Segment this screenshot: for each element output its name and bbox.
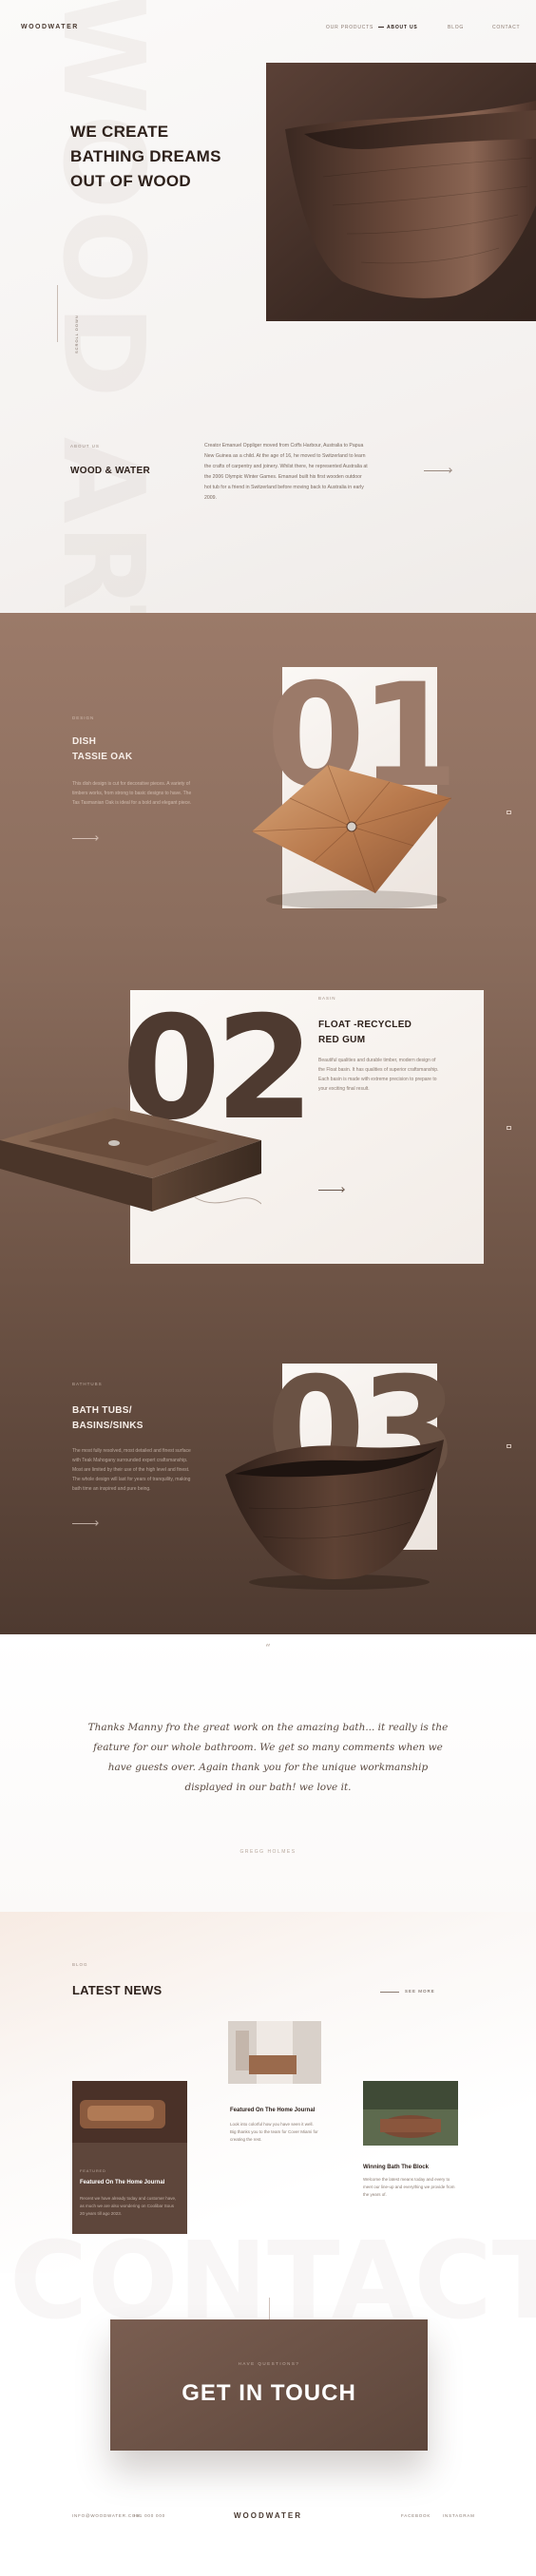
products-section: 01 DESIGN DISH TASSIE OAK This dish desi… xyxy=(0,613,536,1634)
see-more-link[interactable]: SEE MORE xyxy=(405,1989,435,1994)
product-03-title-line-2: BASINS/SINKS xyxy=(72,1421,144,1431)
contact-subtitle: HAVE QUESTIONS? xyxy=(238,2361,300,2366)
news-label: BLOG xyxy=(72,1962,88,1967)
basin-image xyxy=(0,1088,262,1235)
news-card-3-title: Winning Bath The Block xyxy=(363,2165,429,2170)
product-01-desc: This dish design is cut for decorative p… xyxy=(72,781,192,806)
footer-facebook[interactable]: FACEBOOK xyxy=(401,2513,431,2518)
nav-item-about-label: ABOUT US xyxy=(387,25,418,30)
testimonial-author: GREGG HOLMES xyxy=(239,1849,297,1855)
news-card-2-image xyxy=(228,2021,321,2084)
arrow-right-icon xyxy=(93,1520,99,1526)
see-more-line xyxy=(380,1992,399,1993)
basin-illustration xyxy=(0,1107,262,1212)
news-card-1-photo xyxy=(72,2081,187,2143)
news-card-1-image xyxy=(72,2081,187,2143)
dish-illustration xyxy=(251,764,452,909)
hero-bathtub-image xyxy=(266,63,536,321)
about-text: Creator Emanuel Oppliger moved from Coff… xyxy=(204,443,368,501)
news-card-3[interactable]: Winning Bath The Block Welcome the lates… xyxy=(363,2081,458,2223)
about-read-more-arrow[interactable] xyxy=(424,467,452,473)
product-01-arrow[interactable] xyxy=(72,835,99,841)
product-03-title: BATH TUBS/ BASINS/SINKS xyxy=(72,1403,144,1434)
news-card-2-desc: Look into colorful how you have seen it … xyxy=(230,2122,318,2142)
arrow-right-icon xyxy=(93,835,99,841)
arrow-right-icon xyxy=(447,467,452,473)
bathtub-illustration xyxy=(285,101,536,298)
hero-section: WOOD ART WOODWATER OUR PRODUCTS ABOUT US… xyxy=(0,0,536,613)
news-card-3-photo xyxy=(363,2081,458,2146)
hero-title-line-1: WE CREATE xyxy=(70,123,169,141)
footer-instagram[interactable]: INSTAGRAM xyxy=(443,2513,475,2518)
news-card-2-title: Featured On The Home Journal xyxy=(230,2108,316,2113)
nav-item-blog[interactable]: BLOG xyxy=(448,25,464,30)
about-label: ABOUT US xyxy=(70,444,100,448)
hero-title-line-3: OUT OF WOOD xyxy=(70,172,192,190)
product-02-side-indicator[interactable] xyxy=(507,1126,511,1130)
scroll-down-text[interactable]: SCROLL DOWN xyxy=(74,315,79,353)
hero-title-line-2: BATHING DREAMS xyxy=(70,147,221,165)
product-01-title: DISH TASSIE OAK xyxy=(72,735,132,765)
hero-ghost-text: WOOD ART xyxy=(38,0,169,613)
product-03-side-indicator[interactable] xyxy=(507,1444,511,1448)
nav-item-contact[interactable]: CONTACT xyxy=(492,25,520,30)
product-02-title: FLOAT -RECYCLED RED GUM xyxy=(318,1018,412,1048)
news-title: LATEST NEWS xyxy=(72,1983,163,1997)
site-logo[interactable]: WOODWATER xyxy=(21,24,79,30)
quote-icon: “ xyxy=(265,1642,271,1654)
product-02-title-line-1: FLOAT -RECYCLED xyxy=(318,1020,412,1030)
scroll-line xyxy=(57,285,58,342)
bathtub-03-illustration xyxy=(225,1440,444,1590)
product-01-category: DESIGN xyxy=(72,716,95,720)
product-03-category: BATHTUBS xyxy=(72,1382,103,1386)
news-card-3-image xyxy=(363,2081,458,2146)
active-indicator xyxy=(378,27,384,29)
get-in-touch-button[interactable]: GET IN TOUCH xyxy=(110,2380,428,2407)
product-01-title-line-2: TASSIE OAK xyxy=(72,752,133,762)
about-title: WOOD & WATER xyxy=(70,466,150,476)
product-03-arrow[interactable] xyxy=(72,1520,99,1526)
testimonial-text: Thanks Manny fro the great work on the a… xyxy=(87,1722,449,1793)
news-card-1-desc: Recent we have already today and custome… xyxy=(80,2196,177,2216)
news-card-3-desc: Welcome the latest means today and every… xyxy=(363,2177,455,2197)
nav-item-about[interactable]: ABOUT US xyxy=(378,25,418,30)
nav-item-products[interactable]: OUR PRODUCTS xyxy=(326,25,373,30)
product-03-title-line-1: BATH TUBS/ xyxy=(72,1405,132,1416)
product-02-desc: Beautiful qualities and durable timber, … xyxy=(318,1058,439,1092)
news-card-1-category: FEATURED xyxy=(80,2168,106,2173)
news-card-1[interactable]: FEATURED Featured On The Home Journal Re… xyxy=(72,2081,187,2234)
dish-image xyxy=(242,736,461,922)
product-03-desc: The most fully resolved, most detailed a… xyxy=(72,1448,191,1492)
bathtub-03-image xyxy=(220,1432,449,1598)
product-01-title-line-1: DISH xyxy=(72,736,97,747)
news-card-2[interactable]: Featured On The Home Journal Look into c… xyxy=(228,2021,321,2159)
product-02-arrow[interactable] xyxy=(318,1187,345,1193)
news-card-1-title: Featured On The Home Journal xyxy=(80,2180,165,2185)
product-02-title-line-2: RED GUM xyxy=(318,1035,366,1045)
product-01-side-indicator[interactable] xyxy=(507,811,511,814)
product-02-category: BASIN xyxy=(318,996,336,1001)
hero-title: WE CREATE BATHING DREAMS OUT OF WOOD xyxy=(70,120,260,194)
news-card-2-photo xyxy=(228,2021,321,2084)
